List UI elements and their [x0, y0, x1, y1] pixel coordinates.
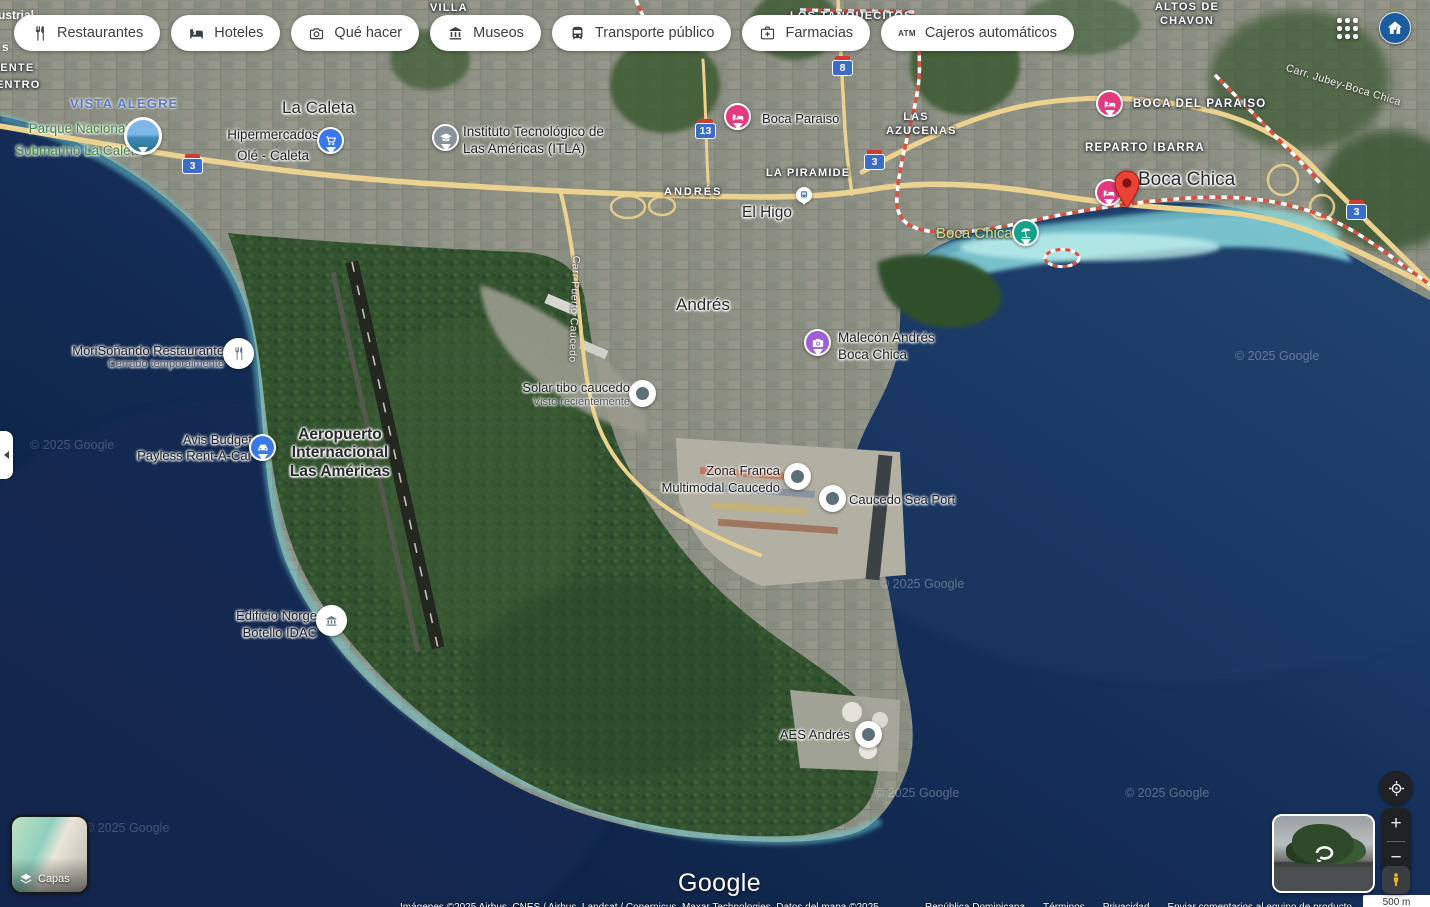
chip-que-hacer[interactable]: Qué hacer — [291, 15, 419, 51]
category-chips-bar: Restaurantes Hoteles Qué hacer Museos Tr… — [14, 15, 1074, 51]
pin-icon — [784, 463, 811, 490]
chip-restaurantes[interactable]: Restaurantes — [14, 15, 160, 51]
graduation-cap-icon — [432, 124, 459, 151]
chip-label: Transporte público — [595, 25, 715, 41]
destination-pin-icon — [1113, 170, 1141, 210]
streetview-arrow-icon — [1309, 840, 1339, 862]
map-scale: 500 m — [1363, 895, 1430, 907]
chip-transporte-publico[interactable]: Transporte público — [552, 15, 732, 51]
attraction-marker-malecon[interactable] — [804, 329, 831, 356]
beach-marker-boca-chica[interactable] — [1012, 219, 1039, 246]
chip-label: Cajeros automáticos — [925, 25, 1057, 41]
chip-label: Restaurantes — [57, 25, 143, 41]
chip-museos[interactable]: Museos — [430, 15, 541, 51]
footer-link-privacy[interactable]: Privacidad — [1103, 902, 1150, 907]
pin-marker-zona-franca[interactable] — [784, 463, 811, 490]
zoom-in-button[interactable]: + — [1381, 808, 1411, 841]
pin-icon — [855, 721, 882, 748]
beach-umbrella-icon — [1012, 219, 1039, 246]
transit-icon — [569, 25, 586, 42]
store-marker-hipermercados[interactable] — [317, 127, 344, 154]
chip-label: Hoteles — [214, 25, 263, 41]
google-maps-app: © 2025 Google © 2025 Google © 2025 Googl… — [0, 0, 1430, 907]
profile-avatar[interactable]: f — [1379, 12, 1411, 44]
restaurant-marker-morisonando[interactable] — [223, 338, 254, 369]
chip-cajeros-automaticos[interactable]: ATM Cajeros automáticos — [881, 15, 1074, 51]
apps-grid-icon[interactable] — [1337, 18, 1358, 39]
pin-marker-solar-tibo[interactable] — [629, 380, 656, 407]
pegman-icon — [1388, 872, 1404, 888]
hotel-icon — [188, 25, 205, 42]
route-shield-3: 3 — [182, 154, 203, 174]
museum-icon — [447, 25, 464, 42]
destination-pin-boca-chica[interactable] — [1113, 170, 1141, 215]
chip-label: Qué hacer — [334, 25, 402, 41]
chip-farmacias[interactable]: Farmacias — [742, 15, 870, 51]
restaurant-icon — [223, 338, 254, 369]
photo-icon — [124, 117, 162, 155]
route-shield-3: 3 — [1346, 200, 1367, 220]
pharmacy-icon — [759, 25, 776, 42]
layers-label: Capas — [38, 873, 70, 885]
pin-icon — [819, 485, 846, 512]
route-shield-8: 8 — [832, 56, 853, 76]
house-avatar-icon: f — [1385, 18, 1405, 38]
car-icon — [249, 434, 276, 461]
photo-marker-parque-nacional[interactable] — [124, 117, 162, 155]
footer-link-feedback[interactable]: Enviar comentarios al equipo de producto — [1167, 902, 1352, 907]
route-shield-3: 3 — [864, 150, 885, 170]
route-shield-13: 13 — [695, 119, 716, 139]
transit-station-marker[interactable] — [796, 187, 812, 203]
building-marker-idac[interactable] — [316, 605, 347, 636]
footer-links: República Dominicana Términos Privacidad… — [925, 902, 1352, 907]
map-attribution: Imágenes ©2025 Airbus, CNES / Airbus, La… — [400, 902, 879, 907]
footer-link-terms[interactable]: Términos — [1043, 902, 1085, 907]
government-building-icon — [316, 605, 347, 636]
layers-icon — [19, 872, 33, 886]
train-icon — [796, 187, 812, 203]
side-panel-collapse-button[interactable] — [0, 431, 13, 479]
my-location-icon — [1387, 779, 1406, 798]
hotel-marker-boca-del-paraiso[interactable] — [1096, 90, 1123, 117]
pin-icon — [629, 380, 656, 407]
bed-icon — [724, 103, 751, 130]
school-marker-itla[interactable] — [432, 124, 459, 151]
attraction-camera-icon — [804, 329, 831, 356]
atm-icon: ATM — [898, 29, 916, 38]
car-rental-marker-avis[interactable] — [249, 434, 276, 461]
cart-icon — [317, 127, 344, 154]
pin-marker-aes-andres[interactable] — [855, 721, 882, 748]
camera-icon — [308, 25, 325, 42]
pin-marker-caucedo-sea-port[interactable] — [819, 485, 846, 512]
bed-icon — [1096, 90, 1123, 117]
chip-label: Museos — [473, 25, 524, 41]
streetview-road — [1274, 867, 1373, 891]
footer-link-region[interactable]: República Dominicana — [925, 902, 1025, 907]
chip-hoteles[interactable]: Hoteles — [171, 15, 280, 51]
streetview-preview[interactable] — [1272, 814, 1375, 893]
restaurant-icon — [31, 25, 48, 42]
chevron-left-icon — [0, 451, 9, 459]
hotel-marker-boca-paraiso[interactable] — [724, 103, 751, 130]
my-location-button[interactable] — [1379, 771, 1413, 805]
layers-button[interactable]: Capas — [10, 815, 89, 894]
chip-label: Farmacias — [785, 25, 853, 41]
pegman-button[interactable] — [1382, 866, 1410, 894]
zoom-controls: + − — [1381, 808, 1411, 874]
